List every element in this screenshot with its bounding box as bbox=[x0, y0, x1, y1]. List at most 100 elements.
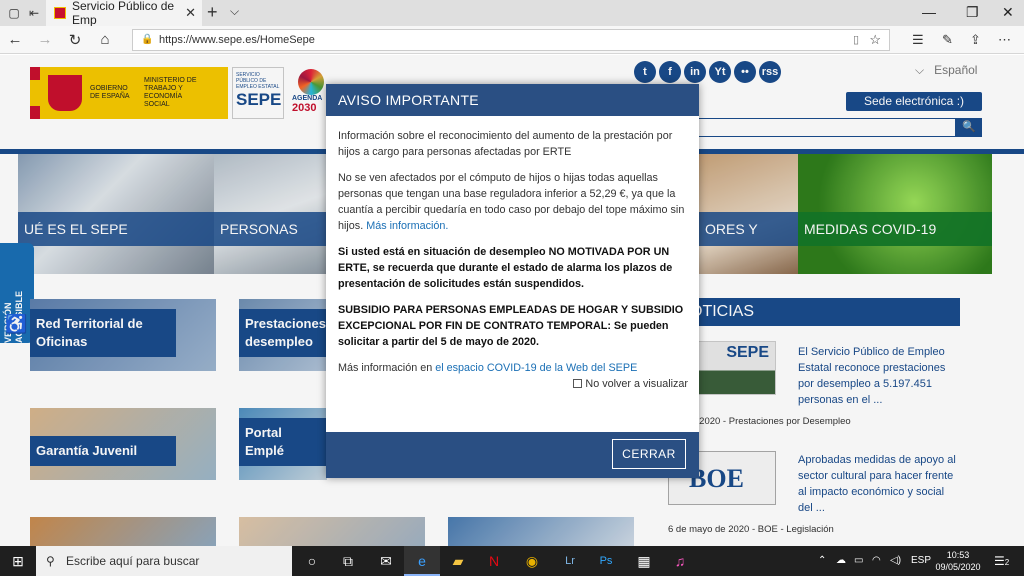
hero-medidas-covid[interactable]: MEDIDAS COVID-19 bbox=[798, 154, 992, 274]
no-volver-label: No volver a visualizar bbox=[585, 378, 688, 390]
covid-space-link[interactable]: el espacio COVID-19 de la Web del SEPE bbox=[435, 362, 637, 374]
accessible-version-tab[interactable]: VERSIÓN ACCESIBLE ♿ bbox=[0, 243, 34, 343]
modal-paragraph-5: Más información en el espacio COVID-19 d… bbox=[338, 360, 688, 376]
taskbar-clock[interactable]: 10:53 09/05/2020 bbox=[930, 549, 986, 573]
photoshop-icon[interactable]: Ps bbox=[588, 546, 624, 576]
hero-empresas[interactable]: ORES Y bbox=[699, 154, 798, 274]
clock-date: 09/05/2020 bbox=[935, 562, 981, 572]
favorites-list-icon[interactable]: ☰ bbox=[912, 32, 924, 48]
sepe-logo[interactable]: SERVICIO PÚBLICO DE EMPLEO ESTATAL SEPE bbox=[232, 67, 284, 119]
minimize-icon[interactable]: — bbox=[922, 4, 936, 20]
network-icon[interactable]: ▭ bbox=[854, 546, 863, 576]
refresh-icon[interactable]: ↻ bbox=[66, 31, 84, 49]
ministry-text: MINISTERIO DE TRABAJO Y ECONOMÍA SOCIAL bbox=[144, 77, 197, 108]
new-tab-icon[interactable]: + bbox=[207, 2, 218, 23]
modal-body: Información sobre el reconocimiento del … bbox=[326, 116, 699, 392]
card-bottom-1[interactable] bbox=[30, 517, 216, 546]
search-icon[interactable]: 🔍 bbox=[956, 118, 982, 137]
news-date-2: 6 de mayo de 2020 - BOE - Legislación bbox=[668, 524, 834, 535]
search-icon: ⚲ bbox=[46, 554, 55, 568]
coat-of-arms-icon bbox=[48, 75, 82, 111]
modal-footer: CERRAR bbox=[326, 432, 699, 478]
file-explorer-icon[interactable]: ▰ bbox=[440, 546, 476, 576]
hero-personas[interactable]: PERSONAS bbox=[214, 154, 326, 274]
rss-icon[interactable]: rss bbox=[759, 61, 781, 83]
tab-title: Servicio Público de Emp bbox=[72, 0, 175, 27]
chrome-icon[interactable]: ◉ bbox=[514, 546, 550, 576]
address-input[interactable]: 🔒 https://www.sepe.es/HomeSepe ▯ ☆ bbox=[132, 29, 890, 51]
notifications-icon[interactable]: ☰2 bbox=[994, 546, 1009, 576]
card-garantia-juvenil[interactable]: Garantía Juvenil bbox=[30, 408, 216, 480]
lightroom-icon[interactable]: Lr bbox=[552, 546, 588, 576]
hero-caption: ORES Y bbox=[699, 212, 798, 246]
no-volver-checkbox[interactable] bbox=[573, 379, 583, 388]
windows-start-icon[interactable]: ⊞ bbox=[0, 546, 36, 576]
sdg-ring-icon bbox=[298, 69, 324, 95]
twitter-icon[interactable]: t bbox=[634, 61, 656, 83]
hero-caption: PERSONAS bbox=[214, 212, 326, 246]
more-menu-icon[interactable]: ⋯ bbox=[998, 32, 1011, 48]
cloud-icon[interactable]: ☁ bbox=[836, 546, 846, 576]
restore-icon[interactable]: ❐ bbox=[966, 4, 979, 21]
hero-caption: MEDIDAS COVID-19 bbox=[798, 212, 992, 246]
youtube-icon[interactable]: Yt bbox=[709, 61, 731, 83]
linkedin-icon[interactable]: in bbox=[684, 61, 706, 83]
volume-icon[interactable]: ◁) bbox=[890, 546, 901, 576]
card-bottom-2[interactable] bbox=[239, 517, 425, 546]
news-link-2[interactable]: Aprobadas medidas de apoyo al sector cul… bbox=[798, 452, 958, 516]
cortana-icon[interactable]: ○ bbox=[294, 546, 330, 576]
flickr-icon[interactable]: •• bbox=[734, 61, 756, 83]
mas-informacion-link[interactable]: Más información. bbox=[366, 220, 448, 232]
news-link-1[interactable]: El Servicio Público de Empleo Estatal re… bbox=[798, 344, 958, 408]
favorite-star-icon[interactable]: ☆ bbox=[869, 30, 881, 50]
windows-taskbar: ⊞ ⚲ Escribe aquí para buscar ○ ⧉ ✉ e ▰ N… bbox=[0, 546, 1024, 576]
social-links: t f in Yt •• rss bbox=[634, 61, 781, 83]
hero-que-es-sepe[interactable]: UÉ ES EL SEPE bbox=[18, 154, 214, 274]
card-caption: Portal Emplé bbox=[239, 418, 327, 466]
notes-icon[interactable]: ✎ bbox=[942, 32, 953, 48]
reading-view-icon[interactable]: ▯ bbox=[853, 30, 859, 50]
site-search-input[interactable] bbox=[696, 118, 956, 137]
card-bottom-3[interactable] bbox=[448, 517, 634, 546]
task-view-icon[interactable]: ⧉ bbox=[330, 546, 366, 576]
close-window-icon[interactable]: ✕ bbox=[1002, 4, 1014, 21]
input-language[interactable]: ESP bbox=[911, 546, 931, 576]
eu-flag-icon bbox=[30, 67, 40, 119]
calculator-icon[interactable]: ▦ bbox=[626, 546, 662, 576]
itunes-icon[interactable]: ♫ bbox=[662, 546, 698, 576]
card-red-territorial[interactable]: Red Territorial de Oficinas bbox=[30, 299, 216, 371]
cerrar-button[interactable]: CERRAR bbox=[612, 439, 686, 469]
gov-text: GOBIERNO DE ESPAÑA bbox=[90, 85, 130, 100]
agenda-2030-logo[interactable]: AGENDA 2030 bbox=[292, 69, 330, 119]
tab-close-icon[interactable]: ✕ bbox=[185, 5, 196, 21]
taskbar-search-input[interactable]: ⚲ Escribe aquí para buscar bbox=[36, 546, 292, 576]
facebook-icon[interactable]: f bbox=[659, 61, 681, 83]
card-caption: Prestaciones desempleo bbox=[239, 309, 327, 357]
netflix-icon[interactable]: N bbox=[476, 546, 512, 576]
address-toolbar: ← → ↻ ⌂ 🔒 https://www.sepe.es/HomeSepe ▯… bbox=[0, 26, 1024, 54]
language-selector[interactable]: ⌵ Español bbox=[915, 63, 977, 78]
card-portal-empleo[interactable]: Portal Emplé bbox=[239, 408, 327, 480]
tray-chevron-icon[interactable]: ⌃ bbox=[818, 546, 826, 576]
card-prestaciones[interactable]: Prestaciones desempleo bbox=[239, 299, 327, 371]
agenda-label: AGENDA bbox=[292, 95, 323, 102]
back-icon[interactable]: ← bbox=[6, 31, 24, 48]
no-volver-option[interactable]: No volver a visualizar bbox=[338, 376, 688, 392]
sede-electronica-button[interactable]: Sede electrónica :) bbox=[846, 92, 982, 111]
tab-actions-icon[interactable]: ▢ bbox=[6, 5, 22, 21]
browser-tab-bar: ▢ ⇤ Servicio Público de Emp ✕ + ⌵ — ❐ ✕ bbox=[0, 0, 1024, 27]
language-label: Español bbox=[934, 63, 978, 77]
chevron-down-icon[interactable]: ⌵ bbox=[230, 4, 239, 19]
wifi-icon[interactable]: ◠ bbox=[872, 546, 881, 576]
forward-icon[interactable]: → bbox=[36, 31, 54, 48]
hero-caption: UÉ ES EL SEPE bbox=[18, 212, 214, 246]
government-logo[interactable]: GOBIERNO DE ESPAÑA MINISTERIO DE TRABAJO… bbox=[30, 67, 228, 119]
notification-count: 2 bbox=[1004, 558, 1010, 567]
share-icon[interactable]: ⇪ bbox=[970, 32, 981, 48]
news-image-label: SEPE bbox=[726, 344, 769, 361]
tab-aside-icon[interactable]: ⇤ bbox=[26, 5, 42, 21]
browser-tab[interactable]: Servicio Público de Emp ✕ bbox=[46, 0, 202, 27]
edge-icon[interactable]: e bbox=[404, 546, 440, 576]
mail-icon[interactable]: ✉ bbox=[368, 546, 404, 576]
home-icon[interactable]: ⌂ bbox=[96, 31, 114, 48]
